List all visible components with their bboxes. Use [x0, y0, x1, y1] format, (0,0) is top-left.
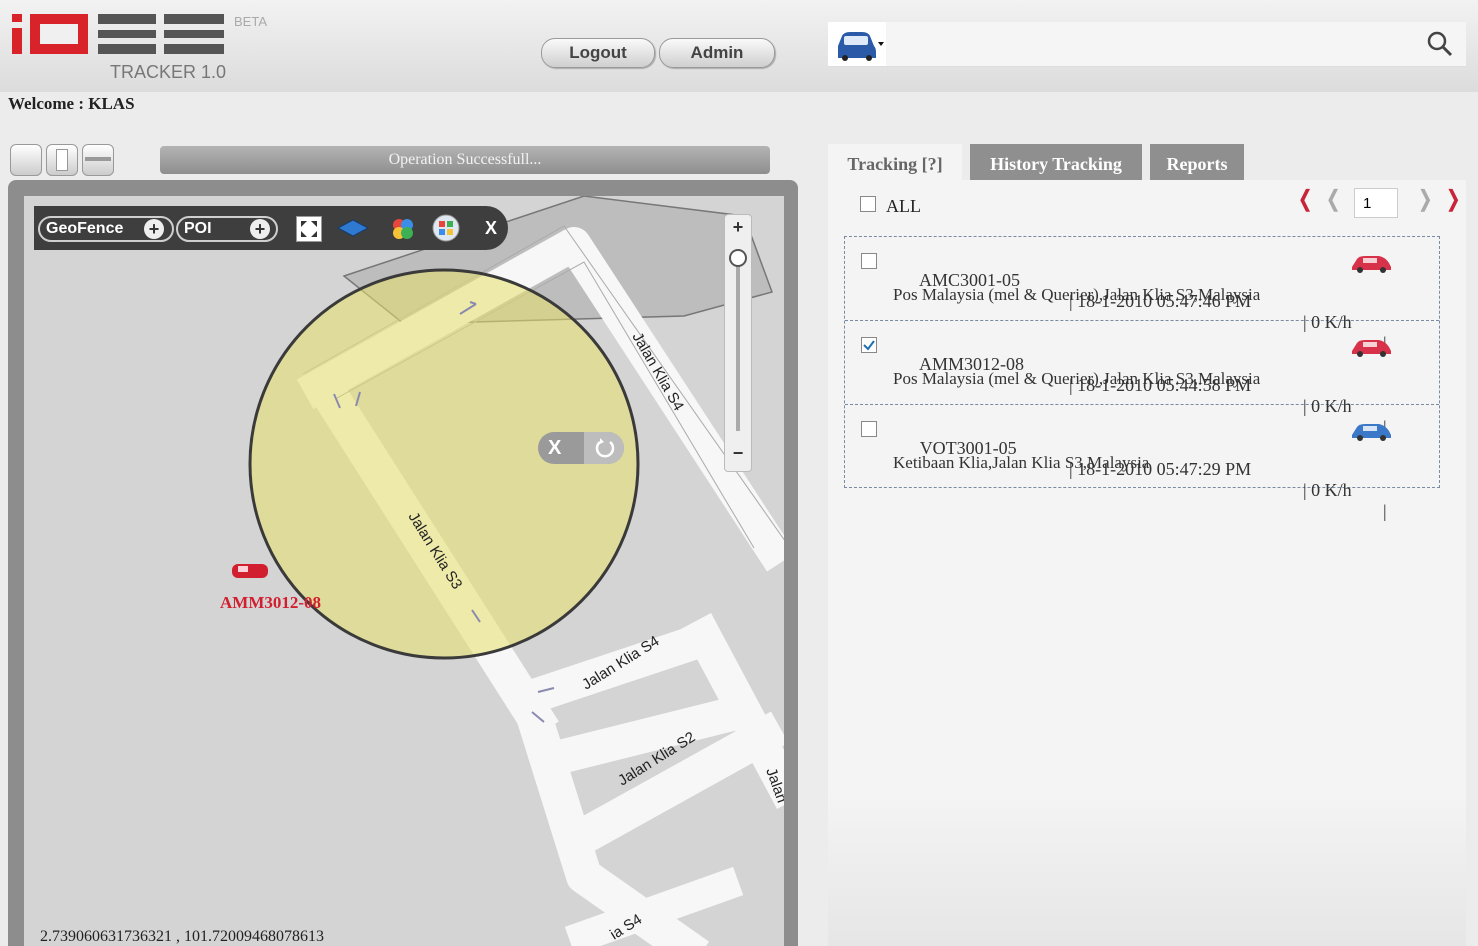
fullscreen-icon[interactable]: [296, 216, 322, 242]
vehicle-type-dropdown[interactable]: [828, 22, 886, 66]
plus-icon[interactable]: +: [250, 219, 270, 239]
select-all-checkbox[interactable]: [860, 196, 876, 212]
layout-list-only-button[interactable]: [82, 144, 114, 176]
vehicle-row[interactable]: VOT3001-05 | 18-1-2010 05:47:29 PM | 0 K…: [845, 405, 1439, 521]
geofence-close-button[interactable]: X: [548, 432, 561, 464]
logo-mark: [12, 14, 224, 54]
first-page-icon[interactable]: ❬: [1296, 186, 1314, 212]
poi-button[interactable]: POI +: [176, 216, 278, 242]
search-bar: [828, 22, 1466, 67]
map-toolbar: GeoFence + POI + X: [34, 206, 508, 250]
geofence-label: GeoFence: [46, 220, 124, 237]
last-page-icon[interactable]: ❭: [1444, 186, 1462, 212]
vehicle-address: Pos Malaysia (mel & Querier),Jalan Klia …: [893, 285, 1261, 304]
road-map: Jalan Klia S4 Jalan Klia S3 Jalan Klia S…: [220, 196, 784, 946]
poi-label: POI: [184, 220, 212, 237]
vehicle-checkbox-checked[interactable]: [861, 337, 877, 353]
windows-maps-icon[interactable]: [432, 214, 460, 242]
car-icon: [1352, 340, 1391, 357]
vehicle-address: Ketibaan Klia,Jalan Klia S3,Malaysia: [893, 453, 1150, 472]
admin-button[interactable]: Admin: [659, 38, 775, 68]
status-message: Operation Successfull...: [160, 146, 770, 174]
car-icon: [1352, 256, 1391, 273]
app-header: BETA TRACKER 1.0 Logout Admin: [0, 0, 1478, 92]
app-logo: BETA TRACKER 1.0: [12, 12, 267, 82]
vehicle-sep: |: [1383, 501, 1387, 521]
vehicle-row[interactable]: AMC3001-05 | 18-1-2010 05:47:46 PM | 0 K…: [845, 237, 1439, 353]
search-icon[interactable]: [1426, 30, 1454, 58]
close-icon[interactable]: X: [474, 206, 508, 250]
zoom-out-button[interactable]: −: [725, 443, 751, 464]
welcome-text: Welcome : KLAS: [8, 94, 135, 113]
car-icon: [838, 32, 884, 61]
layout-map-only-button[interactable]: [10, 144, 42, 176]
vehicle-marker-car[interactable]: [232, 564, 268, 578]
zoom-track[interactable]: [736, 251, 740, 431]
map-canvas[interactable]: Jalan Klia S4 Jalan Klia S3 Jalan Klia S…: [24, 196, 784, 946]
vehicle-checkbox[interactable]: [861, 253, 877, 269]
zoom-handle[interactable]: [729, 249, 747, 267]
logout-button[interactable]: Logout: [541, 38, 655, 68]
vehicle-marker-label: AMM3012-08: [220, 593, 321, 612]
page-number-input[interactable]: [1354, 188, 1398, 218]
tab-history-tracking[interactable]: History Tracking: [970, 144, 1142, 180]
tab-tracking[interactable]: Tracking [?]: [828, 144, 962, 180]
vehicle-row[interactable]: AMM3012-08 | 18-1-2010 05:44:58 PM | 0 K…: [845, 321, 1439, 437]
select-all-label: ALL: [886, 196, 921, 216]
google-maps-icon[interactable]: [390, 216, 416, 242]
beta-label: BETA: [234, 14, 267, 29]
vehicle-address: Pos Malaysia (mel & Querier),Jalan Klia …: [893, 369, 1261, 388]
refresh-icon[interactable]: [584, 432, 624, 464]
geofence-button[interactable]: GeoFence +: [38, 216, 174, 242]
tab-reports[interactable]: Reports: [1150, 144, 1244, 180]
zoom-in-button[interactable]: +: [725, 217, 751, 238]
car-icon: [1352, 424, 1391, 441]
vehicle-checkbox[interactable]: [861, 421, 877, 437]
layout-split-button[interactable]: [46, 144, 78, 176]
search-input[interactable]: [890, 28, 1424, 62]
zoom-control: + −: [724, 214, 752, 472]
vehicle-list: AMC3001-05 | 18-1-2010 05:47:46 PM | 0 K…: [844, 236, 1440, 521]
app-subtitle: TRACKER 1.0: [110, 62, 227, 82]
layers-icon[interactable]: [336, 216, 370, 240]
plus-icon[interactable]: +: [144, 219, 164, 239]
vehicle-speed: | 0 K/h: [1303, 480, 1352, 500]
geofence-controls: X: [538, 432, 624, 464]
next-page-icon[interactable]: ❭: [1416, 186, 1434, 212]
map-coordinates: 2.739060631736321 , 101.72009468078613: [40, 928, 324, 945]
prev-page-icon[interactable]: ❬: [1324, 186, 1342, 212]
